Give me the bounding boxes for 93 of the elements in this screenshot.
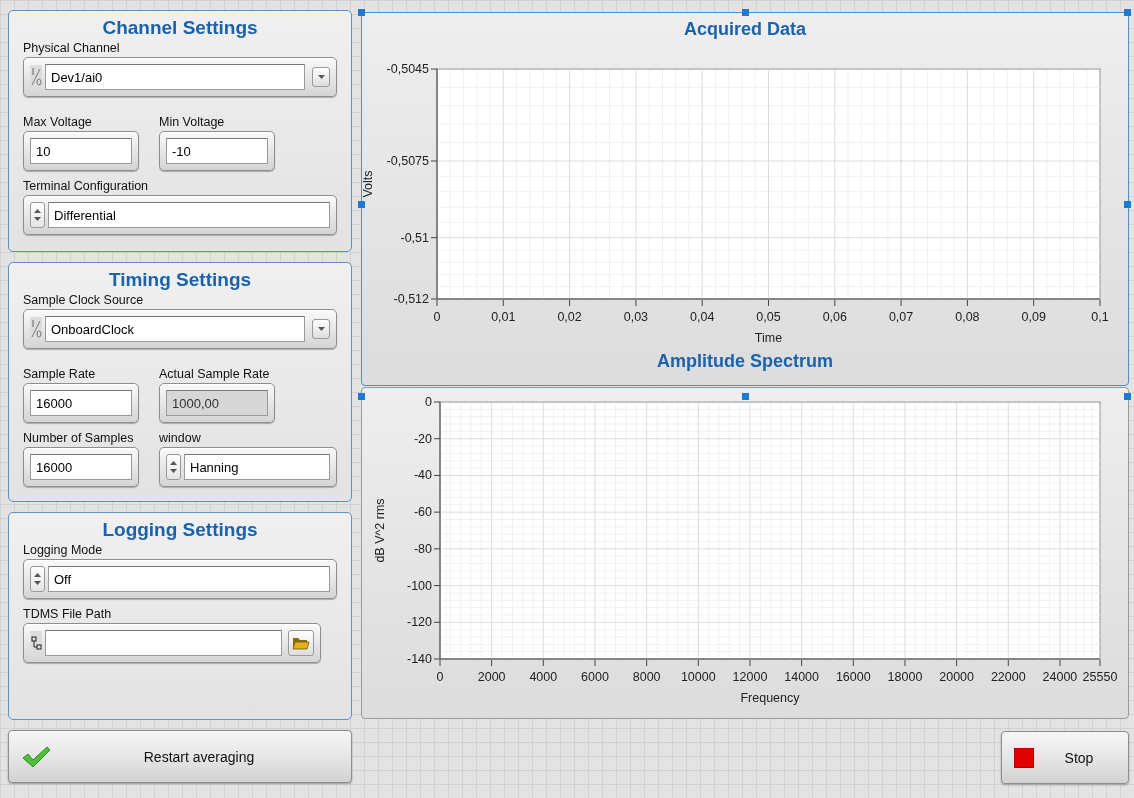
control-label: Terminal Configuration [23,179,149,193]
tick-label: -60 [413,505,432,520]
input-field[interactable]: Dev1/ai0 [45,64,305,90]
selection-handle[interactable] [1124,9,1131,16]
selection-handle[interactable] [1124,393,1131,400]
tick-label: 12000 [732,670,768,684]
selection-handle[interactable] [358,393,365,400]
tick-label: -40 [413,468,432,483]
up-down-icon [34,571,41,587]
tick-label: -140 [406,652,432,666]
input-field[interactable]: -10 [166,138,268,164]
tick-label: 0,05 [756,310,781,324]
tick-label: -0,5075 [386,154,429,168]
increment-buttons[interactable] [30,566,45,592]
increment-buttons[interactable] [166,454,181,480]
browse-button[interactable] [288,630,314,656]
input-field[interactable]: 10 [30,138,132,164]
selection-handle[interactable] [358,201,365,208]
tick-label: -0,5045 [386,62,429,76]
tick-label: 6000 [581,670,609,684]
tick-label: 16000 [835,670,871,684]
control-label: Sample Clock Source [23,293,144,307]
tick-label: 0,08 [955,310,980,324]
tick-label: 14000 [784,670,820,684]
control-label: Physical Channel [23,41,120,55]
tick-label: 0 [425,395,432,409]
selection-handle[interactable] [358,9,365,16]
tick-label: 0 [436,670,444,684]
tick-label: 10000 [680,670,716,684]
axis-title: dB V^2 rms [373,498,387,563]
tick-label: 0,02 [557,310,582,324]
dropdown-button[interactable] [312,67,330,87]
input-field[interactable] [45,630,282,656]
stop-button[interactable]: Stop [1001,731,1129,784]
tick-label: 8000 [632,670,661,684]
checkmark-icon [21,744,51,769]
dropdown-button[interactable] [312,319,330,339]
control-label: Max Voltage [23,115,92,129]
axis-title: Frequency [740,691,800,705]
control-label: Sample Rate [23,367,96,381]
restart-button[interactable]: Restart averaging [8,730,352,783]
control-label: Actual Sample Rate [159,367,270,381]
selection-handle[interactable] [1124,201,1131,208]
folder-icon [292,636,310,650]
selection-handle[interactable] [742,393,749,400]
control-label: window [159,431,201,445]
tick-label: -120 [406,615,432,630]
tick-label: 0,1 [1091,310,1109,324]
tick-label: 0,01 [491,310,516,324]
control-label: Min Voltage [159,115,225,129]
tick-label: 0,09 [1021,310,1046,324]
panel-title: Timing Settings [108,269,252,291]
tick-label: -0,512 [393,292,429,306]
input-field[interactable]: 16000 [30,454,132,480]
input-field[interactable]: Off [48,566,330,592]
tick-label: 24000 [1042,670,1078,684]
panel-title: Logging Settings [102,519,258,541]
control-label: TDMS File Path [23,607,112,621]
input-field[interactable]: OnboardClock [45,316,305,342]
tick-label: 0,04 [690,310,715,324]
caret-icon [317,327,325,331]
tick-label: 0,03 [623,310,649,324]
tick-label: -0,51 [400,230,429,245]
input-field[interactable]: Differential [48,202,330,228]
tick-label: 20000 [939,670,974,684]
tick-label: 4000 [529,670,558,684]
tick-label: 25550 [1082,670,1118,684]
tick-label: 18000 [887,670,923,684]
up-down-icon [34,207,41,223]
tick-label: 0 [433,310,441,324]
tick-label: -100 [406,578,432,593]
axis-title: Volts [362,170,375,198]
tick-label: 0,07 [888,310,914,324]
tick-label: -80 [413,541,432,556]
tick-label: 22000 [990,670,1026,684]
control-label: Number of Samples [23,431,134,445]
graph-title: Acquired Data [684,18,806,41]
tick-label: 2000 [477,670,506,684]
tick-label: -20 [413,431,432,446]
selection-handle[interactable] [742,9,749,16]
increment-buttons[interactable] [30,202,45,228]
io-icon [30,65,42,89]
tick-label: 0,06 [822,310,847,324]
input-field[interactable]: Hanning [184,454,330,480]
panel-title: Channel Settings [102,17,258,39]
axis-title: Time [754,331,783,345]
io-icon [30,317,42,341]
graph-title: Amplitude Spectrum [657,350,833,373]
control-label: Logging Mode [23,543,103,557]
input-field[interactable]: 16000 [30,390,132,416]
up-down-icon [170,459,177,475]
caret-icon [317,75,325,79]
stop-icon [1014,747,1034,768]
